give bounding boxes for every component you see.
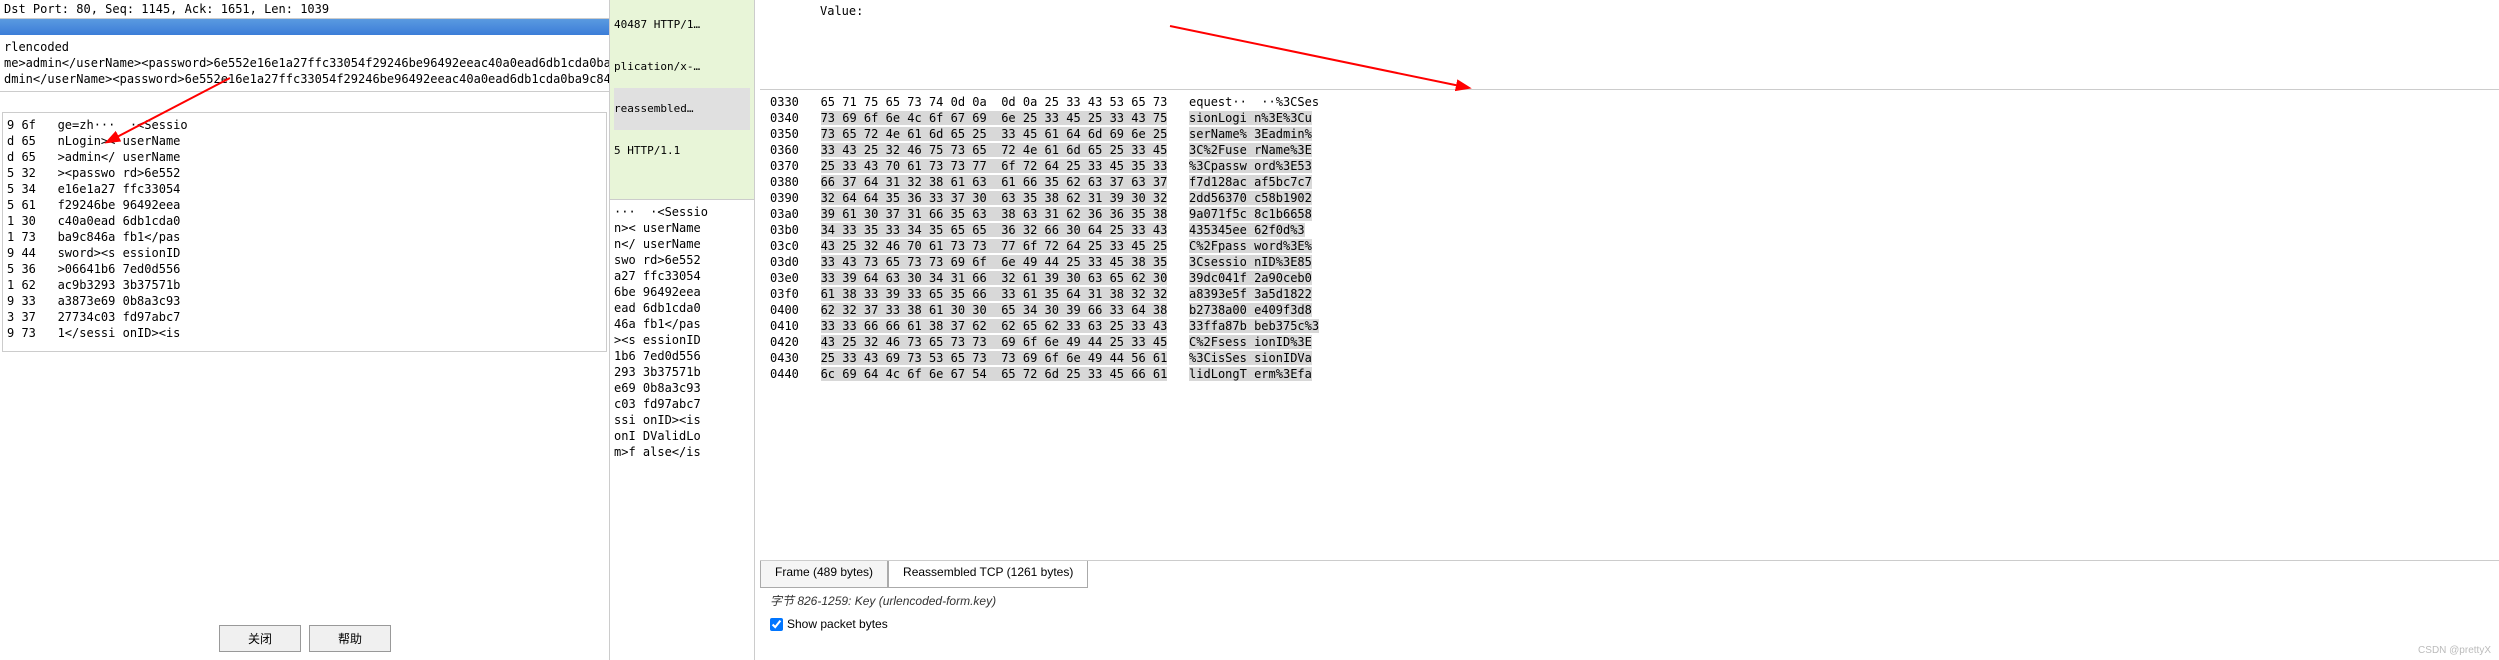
hex-row: 293 3b37571b <box>614 364 750 380</box>
byte-range-info: 字节 826-1259: Key (urlencoded-form.key) <box>760 588 2499 613</box>
hex-row: 03d0 33 43 73 65 73 73 69 6f 6e 49 44 25… <box>770 254 2489 270</box>
help-button[interactable]: 帮助 <box>309 625 391 652</box>
hex-row: 9 73 1</sessi onID><is <box>7 325 602 341</box>
hex-row: n</ userName <box>614 236 750 252</box>
hex-row: 1 30 c40a0ead 6db1cda0 <box>7 213 602 229</box>
hex-row: d 65 >admin</ userName <box>7 149 602 165</box>
hex-row: a27 ffc33054 <box>614 268 750 284</box>
selected-packet-row[interactable] <box>0 19 609 35</box>
hex-row: 5 34 e16e1a27 ffc33054 <box>7 181 602 197</box>
packet-list-item[interactable]: 40487 HTTP/1… <box>614 4 750 46</box>
hex-row: 0360 33 43 25 32 46 75 73 65 72 4e 61 6d… <box>770 142 2489 158</box>
hex-row: ><s essionID <box>614 332 750 348</box>
hex-dump-left[interactable]: 9 6f ge=zh··· ·<Sessiod 65 nLogin>< user… <box>2 112 607 352</box>
hex-row: m>f alse</is <box>614 444 750 460</box>
hex-row: c03 fd97abc7 <box>614 396 750 412</box>
packet-list-item[interactable]: plication/x-… <box>614 46 750 88</box>
urlenc-header: rlencoded <box>4 39 605 55</box>
hex-row: ssi onID><is <box>614 412 750 428</box>
hex-row: 6be 96492eea <box>614 284 750 300</box>
hex-row: 5 36 >06641b6 7ed0d556 <box>7 261 602 277</box>
hex-row: 03a0 39 61 30 37 31 66 35 63 38 63 31 62… <box>770 206 2489 222</box>
middle-panel: 40487 HTTP/1… plication/x-… reassembled…… <box>610 0 755 660</box>
hex-row: 1 62 ac9b3293 3b37571b <box>7 277 602 293</box>
hex-row: 46a fb1</pas <box>614 316 750 332</box>
hex-row: 0340 73 69 6f 6e 4c 6f 67 69 6e 25 33 45… <box>770 110 2489 126</box>
urlencoded-block: rlencoded me>admin</userName><password>6… <box>0 35 609 92</box>
hex-dump-right[interactable]: 0330 65 71 75 65 73 74 0d 0a 0d 0a 25 33… <box>760 90 2499 560</box>
hex-row: 0390 32 64 64 35 36 33 37 30 63 35 38 62… <box>770 190 2489 206</box>
hex-tabs: Frame (489 bytes) Reassembled TCP (1261 … <box>760 560 2499 588</box>
hex-row: 1b6 7ed0d556 <box>614 348 750 364</box>
hex-row: ead 6db1cda0 <box>614 300 750 316</box>
dialog-buttons: 关闭 帮助 <box>0 625 610 652</box>
hex-row: 0330 65 71 75 65 73 74 0d 0a 0d 0a 25 33… <box>770 94 2489 110</box>
hex-row: 9 33 a3873e69 0b8a3c93 <box>7 293 602 309</box>
packet-list-item-selected[interactable]: reassembled… <box>614 88 750 130</box>
right-panel: Value: 0330 65 71 75 65 73 74 0d 0a 0d 0… <box>760 0 2499 660</box>
hex-row: 03c0 43 25 32 46 70 61 73 73 77 6f 72 64… <box>770 238 2489 254</box>
tab-reassembled[interactable]: Reassembled TCP (1261 bytes) <box>888 561 1088 588</box>
hex-row: swo rd>6e552 <box>614 252 750 268</box>
show-packet-bytes-checkbox[interactable] <box>770 618 783 631</box>
hex-row: 0380 66 37 64 31 32 38 61 63 61 66 35 62… <box>770 174 2489 190</box>
show-packet-bytes-label: Show packet bytes <box>787 617 888 631</box>
watermark: CSDN @prettyX <box>2418 645 2491 656</box>
hex-row: 5 32 ><passwo rd>6e552 <box>7 165 602 181</box>
hex-row: 0420 43 25 32 46 73 65 73 73 69 6f 6e 49… <box>770 334 2489 350</box>
field-value-area: Value: <box>760 0 2499 90</box>
hex-row: 0440 6c 69 64 4c 6f 6e 67 54 65 72 6d 25… <box>770 366 2489 382</box>
hex-row: 9 44 sword><s essionID <box>7 245 602 261</box>
hex-row: 0370 25 33 43 70 61 73 73 77 6f 72 64 25… <box>770 158 2489 174</box>
hex-row: 0410 33 33 66 66 61 38 37 62 62 65 62 33… <box>770 318 2489 334</box>
hex-row: n>< userName <box>614 220 750 236</box>
packet-list-item[interactable]: 5 HTTP/1.1 <box>614 130 750 172</box>
hex-dump-mid[interactable]: ··· ·<Session>< userNamen</ userNameswo … <box>610 200 754 464</box>
hex-row: 1 73 ba9c846a fb1</pas <box>7 229 602 245</box>
hex-row: d 65 nLogin>< userName <box>7 133 602 149</box>
hex-row: 03b0 34 33 35 33 34 35 65 65 36 32 66 30… <box>770 222 2489 238</box>
hex-row: 9 6f ge=zh··· ·<Sessio <box>7 117 602 133</box>
hex-row: 5 61 f29246be 96492eea <box>7 197 602 213</box>
urlenc-line2: dmin</userName><password>6e552e16e1a27ff… <box>4 71 605 87</box>
hex-row: 0400 62 32 37 33 38 61 30 30 65 34 30 39… <box>770 302 2489 318</box>
tab-frame[interactable]: Frame (489 bytes) <box>760 561 888 588</box>
hex-row: 03e0 33 39 64 63 30 34 31 66 32 61 39 30… <box>770 270 2489 286</box>
packet-summary: Dst Port: 80, Seq: 1145, Ack: 1651, Len:… <box>0 0 609 19</box>
hex-row: 0430 25 33 43 69 73 53 65 73 73 69 6f 6e… <box>770 350 2489 366</box>
close-button[interactable]: 关闭 <box>219 625 301 652</box>
value-label: Value: <box>820 4 863 18</box>
hex-row: e69 0b8a3c93 <box>614 380 750 396</box>
left-panel: Dst Port: 80, Seq: 1145, Ack: 1651, Len:… <box>0 0 610 660</box>
packet-list[interactable]: 40487 HTTP/1… plication/x-… reassembled…… <box>610 0 754 200</box>
hex-row: 0350 73 65 72 4e 61 6d 65 25 33 45 61 64… <box>770 126 2489 142</box>
hex-row: ··· ·<Sessio <box>614 204 750 220</box>
hex-row: 3 37 27734c03 fd97abc7 <box>7 309 602 325</box>
hex-row: 03f0 61 38 33 39 33 65 35 66 33 61 35 64… <box>770 286 2489 302</box>
show-packet-bytes-row[interactable]: Show packet bytes <box>760 613 2499 635</box>
hex-row: onI DValidLo <box>614 428 750 444</box>
urlenc-line1: me>admin</userName><password>6e552e16e1a… <box>4 55 605 71</box>
